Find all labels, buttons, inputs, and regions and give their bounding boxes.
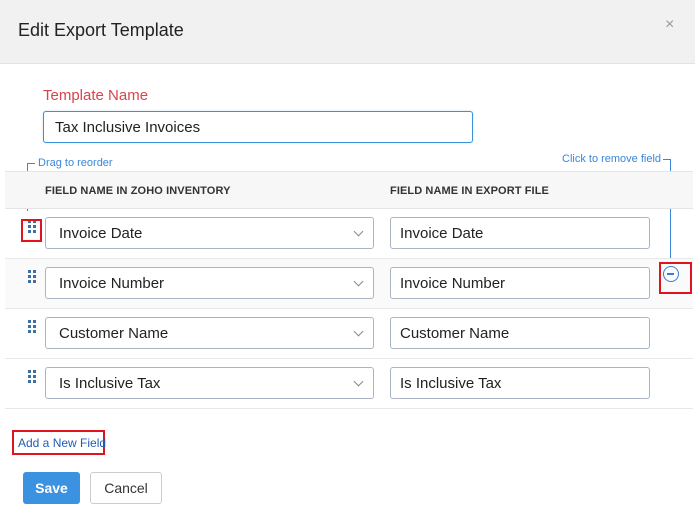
chevron-down-icon — [353, 226, 364, 237]
inventory-field-select[interactable]: Invoice Number — [45, 267, 374, 299]
inventory-field-select[interactable]: Customer Name — [45, 317, 374, 349]
table-row: Is Inclusive Tax — [5, 359, 693, 409]
table-row: Customer Name — [5, 309, 693, 359]
inventory-field-select[interactable]: Invoice Date — [45, 217, 374, 249]
remove-field-icon[interactable] — [663, 266, 679, 282]
add-new-field-link[interactable]: Add a New Field — [18, 436, 106, 450]
export-field-input[interactable] — [390, 217, 650, 249]
select-value: Is Inclusive Tax — [59, 375, 161, 392]
select-value: Invoice Number — [59, 275, 165, 292]
close-icon[interactable]: × — [665, 16, 674, 34]
export-field-input[interactable] — [390, 267, 650, 299]
export-field-input[interactable] — [390, 317, 650, 349]
column-header-export: FIELD NAME IN EXPORT FILE — [390, 185, 549, 197]
table-row: Invoice Number — [5, 259, 693, 309]
column-header-inventory: FIELD NAME IN ZOHO INVENTORY — [45, 185, 231, 197]
chevron-down-icon — [353, 376, 364, 387]
drag-annotation-line — [27, 163, 35, 164]
dialog-title: Edit Export Template — [18, 20, 184, 40]
drag-handle-icon[interactable] — [26, 319, 38, 333]
save-button[interactable]: Save — [23, 472, 80, 504]
select-value: Customer Name — [59, 325, 169, 342]
drag-handle-icon[interactable] — [26, 269, 38, 283]
select-value: Invoice Date — [59, 225, 143, 242]
drag-handle-icon[interactable] — [26, 219, 38, 233]
chevron-down-icon — [353, 276, 364, 287]
table-row: Invoice Date — [5, 209, 693, 259]
remove-annotation: Click to remove field — [562, 153, 662, 165]
table-header: FIELD NAME IN ZOHO INVENTORY FIELD NAME … — [5, 171, 693, 209]
chevron-down-icon — [353, 326, 364, 337]
cancel-button[interactable]: Cancel — [90, 472, 162, 504]
template-name-input[interactable] — [43, 111, 473, 143]
drag-handle-icon[interactable] — [26, 369, 38, 383]
export-field-input[interactable] — [390, 367, 650, 399]
dialog-header: Edit Export Template × — [0, 0, 695, 64]
inventory-field-select[interactable]: Is Inclusive Tax — [45, 367, 374, 399]
template-name-label: Template Name — [43, 87, 149, 104]
drag-annotation: Drag to reorder — [38, 157, 113, 169]
